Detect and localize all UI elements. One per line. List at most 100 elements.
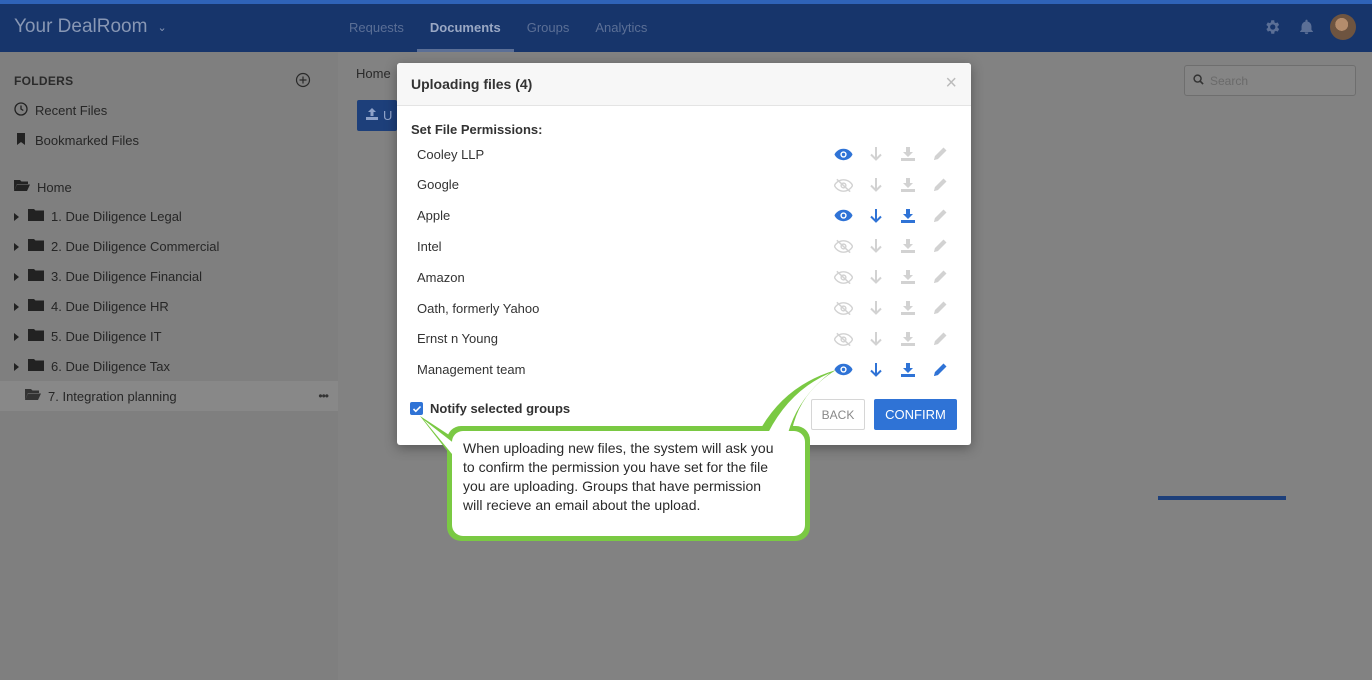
caret-right-icon[interactable] [14, 212, 19, 221]
brand-switcher[interactable]: Your DealRoom ⌄ [14, 16, 167, 38]
pencil-icon[interactable] [928, 236, 951, 256]
sidebar-folder-3[interactable]: 3. Due Diligence Financial [14, 269, 202, 284]
tutorial-callout-text: When uploading new files, the system wil… [463, 440, 774, 513]
upload-permissions-modal: Uploading files (4) × Set File Permissio… [397, 63, 971, 445]
permission-row: Ernst n Young [417, 326, 957, 352]
arrow-down-icon[interactable] [864, 360, 887, 380]
caret-right-icon[interactable] [14, 362, 19, 371]
permissions-heading: Set File Permissions: [411, 122, 543, 137]
pencil-icon[interactable] [928, 360, 951, 380]
sidebar-item-bookmarked-files[interactable]: Bookmarked Files [14, 132, 139, 149]
eye-slash-icon[interactable] [832, 236, 855, 256]
sidebar-folder-2[interactable]: 2. Due Diligence Commercial [14, 239, 219, 254]
modal-header: Uploading files (4) × [397, 63, 971, 106]
caret-right-icon[interactable] [14, 332, 19, 341]
top-actions [1262, 14, 1356, 40]
download-icon[interactable] [896, 329, 919, 349]
avatar[interactable] [1330, 14, 1356, 40]
sidebar-folder-1[interactable]: 1. Due Diligence Legal [14, 209, 182, 224]
folder-open-icon [14, 179, 30, 195]
permission-row: Google [417, 172, 957, 198]
permission-toggles [832, 236, 951, 256]
chevron-down-icon: ⌄ [157, 21, 167, 34]
pencil-icon[interactable] [928, 298, 951, 318]
permission-row: Oath, formerly Yahoo [417, 295, 957, 321]
sidebar-item-home[interactable]: Home [14, 179, 72, 195]
permission-toggles [832, 267, 951, 287]
tab-groups[interactable]: Groups [514, 4, 583, 52]
tab-requests[interactable]: Requests [336, 4, 417, 52]
notify-groups[interactable]: Notify selected groups [410, 401, 570, 416]
close-icon[interactable]: × [945, 73, 957, 93]
sidebar-item-label: 6. Due Diligence Tax [51, 359, 170, 374]
eye-icon[interactable] [832, 360, 855, 380]
group-name: Apple [417, 208, 451, 224]
pencil-icon[interactable] [928, 144, 951, 164]
eye-slash-icon[interactable] [832, 329, 855, 349]
search-input[interactable] [1210, 73, 1350, 88]
sidebar-item-label: 1. Due Diligence Legal [51, 209, 182, 224]
caret-right-icon[interactable] [14, 302, 19, 311]
modal-title: Uploading files (4) [411, 76, 533, 92]
sidebar-item-label: Bookmarked Files [35, 133, 140, 148]
download-icon[interactable] [896, 144, 919, 164]
caret-right-icon[interactable] [14, 272, 19, 281]
sidebar-item-label: 4. Due Diligence HR [51, 299, 169, 314]
download-icon[interactable] [896, 298, 919, 318]
eye-slash-icon[interactable] [832, 298, 855, 318]
sidebar-folder-5[interactable]: 5. Due Diligence IT [14, 329, 162, 344]
add-folder-icon[interactable] [295, 72, 311, 88]
caret-right-icon[interactable] [14, 242, 19, 251]
pencil-icon[interactable] [928, 329, 951, 349]
sidebar-item-recent-files[interactable]: Recent Files [14, 102, 107, 119]
sidebar-folder-7-selected[interactable]: 7. Integration planning ••• [0, 381, 338, 411]
breadcrumb[interactable]: Home [356, 66, 391, 81]
download-icon[interactable] [896, 360, 919, 380]
arrow-down-icon[interactable] [864, 267, 887, 287]
permission-row: Cooley LLP [417, 141, 957, 167]
download-icon[interactable] [896, 175, 919, 195]
arrow-down-icon[interactable] [864, 144, 887, 164]
folders-heading: FOLDERS [14, 74, 74, 88]
bell-icon[interactable] [1296, 17, 1316, 37]
notify-checkbox[interactable] [410, 402, 423, 415]
arrow-down-icon[interactable] [864, 206, 887, 226]
pencil-icon[interactable] [928, 267, 951, 287]
eye-icon[interactable] [832, 144, 855, 164]
arrow-down-icon[interactable] [864, 329, 887, 349]
arrow-down-icon[interactable] [864, 175, 887, 195]
eye-slash-icon[interactable] [832, 175, 855, 195]
group-name: Management team [417, 362, 526, 378]
background-button-edge [1158, 496, 1286, 500]
eye-icon[interactable] [832, 206, 855, 226]
download-icon[interactable] [896, 236, 919, 256]
download-icon[interactable] [896, 267, 919, 287]
sidebar-item-label: 3. Due Diligence Financial [51, 269, 203, 284]
search-box[interactable] [1184, 65, 1356, 96]
search-icon [1193, 72, 1204, 90]
group-name: Intel [417, 238, 442, 254]
sidebar-item-label: 5. Due Diligence IT [51, 329, 162, 344]
upload-button[interactable]: U [357, 100, 397, 131]
sidebar-folder-6[interactable]: 6. Due Diligence Tax [14, 359, 170, 374]
group-name: Ernst n Young [417, 331, 498, 347]
sidebar-item-label: 2. Due Diligence Commercial [51, 239, 220, 254]
pencil-icon[interactable] [928, 175, 951, 195]
brand-name: Your DealRoom [14, 16, 148, 37]
arrow-down-icon[interactable] [864, 298, 887, 318]
more-options-icon[interactable]: ••• [318, 389, 329, 403]
folder-icon [28, 299, 44, 314]
tab-documents[interactable]: Documents [416, 4, 514, 52]
sidebar-item-label: Recent Files [35, 103, 108, 118]
back-button[interactable]: BACK [811, 399, 865, 430]
permission-toggles [832, 329, 951, 349]
gear-icon[interactable] [1262, 17, 1282, 37]
confirm-button[interactable]: CONFIRM [874, 399, 957, 430]
pencil-icon[interactable] [928, 206, 951, 226]
eye-slash-icon[interactable] [832, 267, 855, 287]
arrow-down-icon[interactable] [864, 236, 887, 256]
tab-analytics[interactable]: Analytics [582, 4, 660, 52]
download-icon[interactable] [896, 206, 919, 226]
bookmark-icon [14, 132, 28, 149]
sidebar-folder-4[interactable]: 4. Due Diligence HR [14, 299, 169, 314]
